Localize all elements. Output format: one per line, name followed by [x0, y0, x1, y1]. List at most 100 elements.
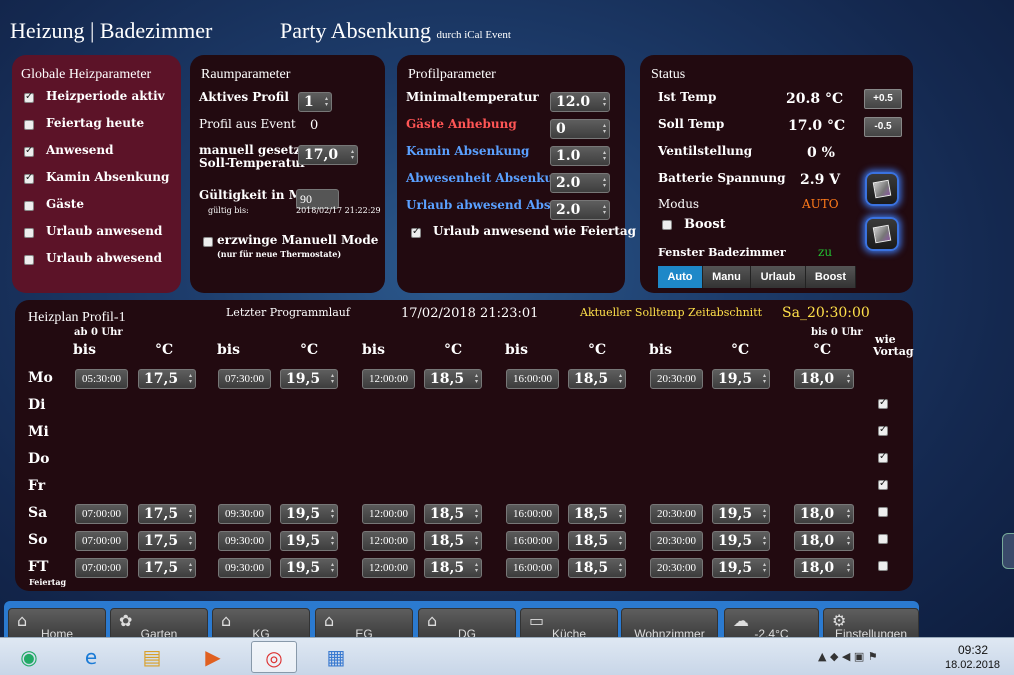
time-input[interactable]: 12:00:00 — [362, 369, 415, 389]
time-input[interactable]: 07:00:00 — [75, 558, 128, 578]
temp-select[interactable]: 17,5 — [138, 558, 196, 578]
temp-select[interactable]: 18,0 — [794, 531, 854, 551]
temp-select[interactable]: 19,5 — [280, 369, 338, 389]
global-label: Heizperiode aktiv — [46, 89, 165, 103]
clock-date[interactable]: 18.02.2018 — [945, 659, 1000, 671]
global-checkbox[interactable] — [24, 172, 34, 184]
profile-param-select[interactable]: 12.0 — [550, 92, 610, 112]
temp-select[interactable]: 19,5 — [712, 504, 770, 524]
prev-day-checkbox[interactable] — [878, 397, 888, 409]
time-input[interactable]: 07:30:00 — [218, 369, 271, 389]
chrome-icon[interactable]: ◎ — [251, 641, 297, 673]
prev-day-checkbox[interactable] — [878, 534, 888, 544]
temp-select[interactable]: 18,5 — [568, 504, 626, 524]
time-input[interactable]: 16:00:00 — [506, 531, 559, 551]
prev-day-checkbox[interactable] — [878, 561, 888, 571]
time-input[interactable]: 09:30:00 — [218, 558, 271, 578]
ie-icon[interactable]: e — [68, 641, 114, 673]
boost-checkbox[interactable] — [662, 220, 672, 230]
global-checkbox[interactable] — [24, 201, 34, 211]
time-input[interactable]: 16:00:00 — [506, 504, 559, 524]
temp-select[interactable]: 19,5 — [712, 558, 770, 578]
nav-tab-4[interactable]: ⌂ DG — [418, 608, 516, 638]
minus-button[interactable]: -0.5 — [864, 117, 902, 137]
temp-select[interactable]: 18,0 — [794, 504, 854, 524]
battery-label: Batterie Spannung — [658, 171, 786, 185]
time-input[interactable]: 20:30:00 — [650, 558, 703, 578]
profile-select[interactable]: 1 — [298, 92, 332, 112]
time-input[interactable]: 12:00:00 — [362, 531, 415, 551]
thermostat-button[interactable] — [865, 172, 899, 206]
temp-select[interactable]: 18,5 — [568, 369, 626, 389]
profile-param-select[interactable]: 2.0 — [550, 173, 610, 193]
temp-select[interactable]: 19,5 — [712, 369, 770, 389]
time-input[interactable]: 09:30:00 — [218, 531, 271, 551]
temp-select[interactable]: 18,5 — [568, 558, 626, 578]
profile-param-select[interactable]: 0 — [550, 119, 610, 139]
temp-select[interactable]: 18,5 — [424, 558, 482, 578]
window-button[interactable] — [865, 217, 899, 251]
mode-tab-manu[interactable]: Manu — [703, 266, 751, 288]
nav-tab-3[interactable]: ⌂ EG — [315, 608, 413, 638]
profile-param-select[interactable]: 1.0 — [550, 146, 610, 166]
force-manual-checkbox[interactable] — [203, 237, 213, 247]
time-input[interactable]: 20:30:00 — [650, 369, 703, 389]
mode-tab-urlaub[interactable]: Urlaub — [751, 266, 806, 288]
temp-select[interactable]: 18,0 — [794, 558, 854, 578]
clock-time[interactable]: 09:32 — [958, 643, 988, 657]
global-checkbox[interactable] — [24, 255, 34, 265]
col-header-deg: °C — [155, 342, 174, 358]
time-input[interactable]: 20:30:00 — [650, 531, 703, 551]
holiday-checkbox[interactable] — [411, 226, 421, 238]
temp-select[interactable]: 19,5 — [280, 531, 338, 551]
start-icon[interactable]: ◉ — [6, 641, 52, 673]
prev-day-checkbox[interactable] — [878, 478, 888, 490]
nav-tab-8[interactable]: ⚙ Einstellungen — [823, 608, 919, 638]
time-input[interactable]: 20:30:00 — [650, 504, 703, 524]
temp-select[interactable]: 18,5 — [424, 369, 482, 389]
house-icon: ⌂ — [427, 611, 438, 630]
temp-select[interactable]: 18,5 — [424, 504, 482, 524]
time-input[interactable]: 12:00:00 — [362, 558, 415, 578]
time-input[interactable]: 12:00:00 — [362, 504, 415, 524]
nav-tab-1[interactable]: ✿ Garten — [110, 608, 208, 638]
explorer-icon[interactable]: ▤ — [129, 641, 175, 673]
global-checkbox[interactable] — [24, 145, 34, 157]
profile-param-label: Urlaub abwesend Abs. — [406, 198, 555, 212]
nav-tab-5[interactable]: ▭ Küche — [520, 608, 618, 638]
prev-day-checkbox[interactable] — [878, 451, 888, 463]
mode-tab-boost[interactable]: Boost — [806, 266, 856, 288]
nav-tab-6[interactable]: Wohnzimmer — [621, 608, 718, 638]
time-input[interactable]: 09:30:00 — [218, 504, 271, 524]
temp-select[interactable]: 18,0 — [794, 369, 854, 389]
mode-tab-auto[interactable]: Auto — [658, 266, 703, 288]
temp-select[interactable]: 17,5 — [138, 504, 196, 524]
nav-tab-7[interactable]: ☁ -2.4°C — [724, 608, 819, 638]
temp-select[interactable]: 18,5 — [424, 531, 482, 551]
temp-select[interactable]: 19,5 — [280, 504, 338, 524]
nav-tab-0[interactable]: ⌂ Home — [8, 608, 106, 638]
temp-select[interactable]: 17,5 — [138, 531, 196, 551]
temp-select[interactable]: 18,5 — [568, 531, 626, 551]
prev-day-checkbox[interactable] — [878, 507, 888, 517]
time-input[interactable]: 05:30:00 — [75, 369, 128, 389]
global-checkbox[interactable] — [24, 120, 34, 130]
time-input[interactable]: 07:00:00 — [75, 531, 128, 551]
media-icon[interactable]: ▶ — [190, 641, 236, 673]
global-checkbox[interactable] — [24, 91, 34, 103]
app-icon[interactable]: ▦ — [313, 641, 359, 673]
nav-tab-2[interactable]: ⌂ KG — [212, 608, 310, 638]
profile-param-select[interactable]: 2.0 — [550, 200, 610, 220]
global-checkbox[interactable] — [24, 228, 34, 238]
temp-select[interactable]: 19,5 — [712, 531, 770, 551]
temp-select[interactable]: 17,5 — [138, 369, 196, 389]
side-handle[interactable] — [1002, 533, 1014, 569]
day-label: Fr — [28, 478, 46, 494]
time-input[interactable]: 16:00:00 — [506, 558, 559, 578]
prev-day-checkbox[interactable] — [878, 424, 888, 436]
time-input[interactable]: 07:00:00 — [75, 504, 128, 524]
plus-button[interactable]: +0.5 — [864, 89, 902, 109]
time-input[interactable]: 16:00:00 — [506, 369, 559, 389]
manual-temp-select[interactable]: 17,0 — [298, 145, 358, 165]
temp-select[interactable]: 19,5 — [280, 558, 338, 578]
